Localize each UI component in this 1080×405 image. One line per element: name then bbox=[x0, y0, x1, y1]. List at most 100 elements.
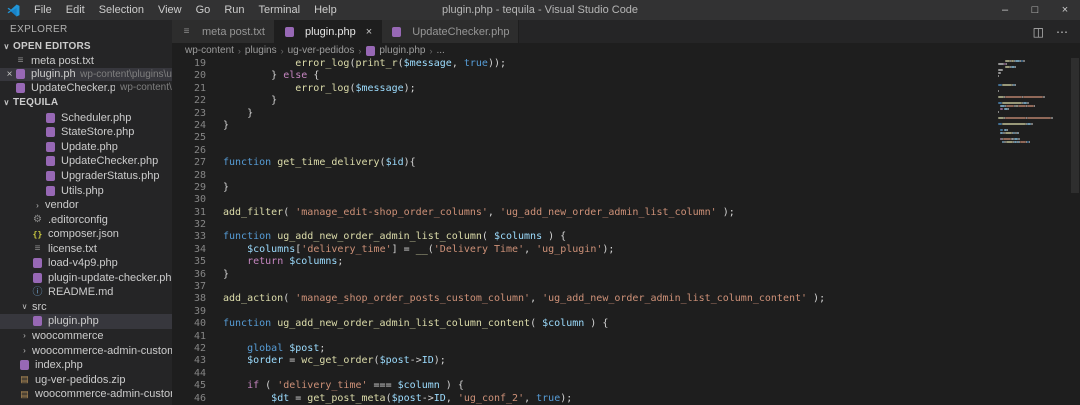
tree-item-statestore-php[interactable]: StateStore.php bbox=[0, 125, 172, 140]
line-number[interactable]: 26 bbox=[172, 145, 206, 157]
tree-item-updatechecker-php[interactable]: UpdateChecker.php bbox=[0, 154, 172, 169]
code-line[interactable]: 39 bbox=[172, 306, 1080, 318]
code-line[interactable]: 33 function ug_add_new_order_admin_list_c… bbox=[172, 231, 1080, 243]
line-number[interactable]: 37 bbox=[172, 281, 206, 293]
line-number[interactable]: 45 bbox=[172, 380, 206, 392]
line-number[interactable]: 42 bbox=[172, 343, 206, 355]
tree-item-src[interactable]: ∨ src bbox=[0, 300, 172, 315]
tree-item-composer-json[interactable]: {} composer.json bbox=[0, 227, 172, 242]
tree-item-ug-ver-pedidos-zip[interactable]: ▤ ug-ver-pedidos.zip bbox=[0, 372, 172, 387]
code-line[interactable]: 41 bbox=[172, 331, 1080, 343]
breadcrumb-item--[interactable]: ... bbox=[437, 45, 445, 56]
line-number[interactable]: 22 bbox=[172, 95, 206, 107]
menu-view[interactable]: View bbox=[151, 0, 189, 20]
editor-scrollbar[interactable] bbox=[1070, 58, 1080, 405]
tree-item-plugin-update-checker-php[interactable]: plugin-update-checker.php bbox=[0, 271, 172, 286]
code-line[interactable]: 25 bbox=[172, 132, 1080, 144]
line-number[interactable]: 31 bbox=[172, 207, 206, 219]
tree-item-woocommerce-admin-custom-or[interactable]: ▤ woocommerce-admin-custom-or bbox=[0, 387, 172, 402]
code-line[interactable]: 30 bbox=[172, 194, 1080, 206]
code-line[interactable]: 35 return $columns; bbox=[172, 256, 1080, 268]
code-line[interactable]: 36} bbox=[172, 269, 1080, 281]
line-number[interactable]: 29 bbox=[172, 182, 206, 194]
code-line[interactable]: 37 bbox=[172, 281, 1080, 293]
code-line[interactable]: 42 global $post; bbox=[172, 343, 1080, 355]
tree-item-utils-php[interactable]: Utils.php bbox=[0, 183, 172, 198]
code-line[interactable]: 24} bbox=[172, 120, 1080, 132]
line-number[interactable]: 30 bbox=[172, 194, 206, 206]
tree-item-index-php[interactable]: index.php bbox=[0, 358, 172, 373]
tree-item-load-v4p9-php[interactable]: load-v4p9.php bbox=[0, 256, 172, 271]
tree-item-woocommerce-admin-custom-or-[interactable]: › woocommerce-admin-custom-or... bbox=[0, 343, 172, 358]
line-number[interactable]: 35 bbox=[172, 256, 206, 268]
folder-section-header[interactable]: ∨ TEQUILA bbox=[0, 95, 172, 110]
tree-item-woocommerce[interactable]: › woocommerce bbox=[0, 329, 172, 344]
code-line[interactable]: 27 function get_time_delivery($id){ bbox=[172, 157, 1080, 169]
code-line[interactable]: 46 $dt = get_post_meta($post->ID, 'ug_co… bbox=[172, 393, 1080, 405]
code-line[interactable]: 29} bbox=[172, 182, 1080, 194]
line-number[interactable]: 21 bbox=[172, 83, 206, 95]
menu-go[interactable]: Go bbox=[189, 0, 218, 20]
tree-item-update-php[interactable]: Update.php bbox=[0, 140, 172, 155]
menu-help[interactable]: Help bbox=[307, 0, 344, 20]
code-line[interactable]: 26 bbox=[172, 145, 1080, 157]
code-line[interactable]: 22 } bbox=[172, 95, 1080, 107]
line-number[interactable]: 44 bbox=[172, 368, 206, 380]
open-editor-item[interactable]: UpdateChecker.php wp-content\... bbox=[0, 81, 172, 95]
close-button[interactable]: × bbox=[1050, 0, 1080, 20]
tab-close-icon[interactable]: × bbox=[366, 26, 372, 38]
maximize-button[interactable]: □ bbox=[1020, 0, 1050, 20]
line-number[interactable]: 43 bbox=[172, 355, 206, 367]
tree-item-plugin-php[interactable]: plugin.php bbox=[0, 314, 172, 329]
tab-meta-post-txt[interactable]: ≡ meta post.txt bbox=[172, 20, 275, 43]
code-line[interactable]: 21 error_log($message); bbox=[172, 83, 1080, 95]
more-actions-icon[interactable]: ⋯ bbox=[1056, 25, 1068, 39]
code-line[interactable]: 31 add_filter( 'manage_edit-shop_order_co… bbox=[172, 207, 1080, 219]
line-number[interactable]: 23 bbox=[172, 108, 206, 120]
line-number[interactable]: 33 bbox=[172, 231, 206, 243]
tree-item-vendor[interactable]: › vendor bbox=[0, 198, 172, 213]
menu-file[interactable]: File bbox=[27, 0, 59, 20]
code-line[interactable]: 20 } else { bbox=[172, 70, 1080, 82]
line-number[interactable]: 46 bbox=[172, 393, 206, 405]
code-line[interactable]: 40 function ug_add_new_order_admin_list_c… bbox=[172, 318, 1080, 330]
line-number[interactable]: 32 bbox=[172, 219, 206, 231]
menu-edit[interactable]: Edit bbox=[59, 0, 92, 20]
breadcrumb-item-ug-ver-pedidos[interactable]: ug-ver-pedidos bbox=[288, 45, 355, 56]
tree-item-upgraderstatus-php[interactable]: UpgraderStatus.php bbox=[0, 169, 172, 184]
line-number[interactable]: 41 bbox=[172, 331, 206, 343]
menu-terminal[interactable]: Terminal bbox=[252, 0, 308, 20]
line-number[interactable]: 39 bbox=[172, 306, 206, 318]
line-number[interactable]: 38 bbox=[172, 293, 206, 305]
line-number[interactable]: 36 bbox=[172, 269, 206, 281]
tab-plugin-php[interactable]: plugin.php × bbox=[274, 20, 383, 43]
code-line[interactable]: 45 if ( 'delivery_time' === $column ) { bbox=[172, 380, 1080, 392]
code-line[interactable]: 44 bbox=[172, 368, 1080, 380]
code-line[interactable]: 43 $order = wc_get_order($post->ID); bbox=[172, 355, 1080, 367]
code-line[interactable]: 28 bbox=[172, 170, 1080, 182]
close-icon[interactable]: × bbox=[4, 69, 15, 80]
code-line[interactable]: 34 $columns['delivery_time'] = __('Deliv… bbox=[172, 244, 1080, 256]
tree-item--editorconfig[interactable]: ⚙ .editorconfig bbox=[0, 212, 172, 227]
tree-item-readme-md[interactable]: ⓘ README.md bbox=[0, 285, 172, 300]
tab-updatechecker-php[interactable]: UpdateChecker.php bbox=[382, 20, 520, 43]
open-editor-item[interactable]: × plugin.php wp-content\plugins\ug... bbox=[0, 67, 172, 81]
line-number[interactable]: 27 bbox=[172, 157, 206, 169]
code-line[interactable]: 19 error_log(print_r($message, true)); bbox=[172, 58, 1080, 70]
scrollbar-thumb[interactable] bbox=[1071, 58, 1079, 193]
line-number[interactable]: 34 bbox=[172, 244, 206, 256]
line-number[interactable]: 40 bbox=[172, 318, 206, 330]
tree-item-license-txt[interactable]: ≡ license.txt bbox=[0, 241, 172, 256]
breadcrumb-item-wp-content[interactable]: wp-content bbox=[185, 45, 234, 56]
line-number[interactable]: 19 bbox=[172, 58, 206, 70]
line-number[interactable]: 28 bbox=[172, 170, 206, 182]
split-editor-icon[interactable]: ◫ bbox=[1033, 25, 1044, 39]
tree-item-scheduler-php[interactable]: Scheduler.php bbox=[0, 111, 172, 126]
breadcrumb-item-plugin-php[interactable]: plugin.php bbox=[365, 45, 426, 56]
open-editor-item[interactable]: ≡ meta post.txt bbox=[0, 54, 172, 68]
line-number[interactable]: 25 bbox=[172, 132, 206, 144]
code-line[interactable]: 23 } bbox=[172, 108, 1080, 120]
code-line[interactable]: 38 add_action( 'manage_shop_order_posts_c… bbox=[172, 293, 1080, 305]
menu-selection[interactable]: Selection bbox=[92, 0, 151, 20]
open-editors-section-header[interactable]: ∨ OPEN EDITORS bbox=[0, 39, 172, 54]
